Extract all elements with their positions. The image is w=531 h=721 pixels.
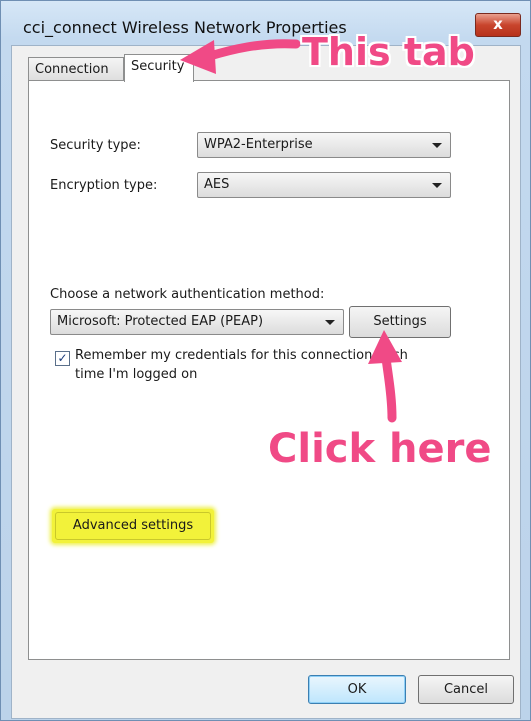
annotation-arrows [180,39,402,423]
this-tab-arrow [180,39,301,74]
this-tab-callout: This tab [302,30,475,74]
click-here-callout: Click here [268,426,492,472]
click-here-arrow [368,330,402,423]
